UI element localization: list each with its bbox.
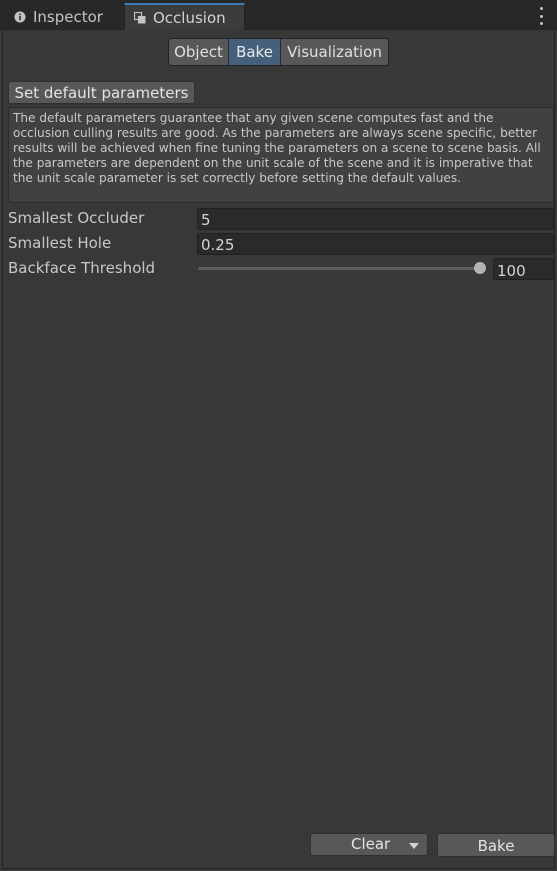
clear-button-label: Clear bbox=[351, 835, 391, 853]
smallest-hole-label: Smallest Hole bbox=[8, 234, 112, 252]
occlusion-panel: Object Bake Visualization Set default pa… bbox=[2, 30, 555, 869]
set-default-parameters-button[interactable]: Set default parameters bbox=[8, 81, 195, 104]
clear-button[interactable]: Clear bbox=[310, 833, 428, 856]
mode-toolbar: Object Bake Visualization bbox=[168, 38, 389, 66]
dropdown-arrow-icon[interactable] bbox=[409, 843, 419, 849]
smallest-occluder-label: Smallest Occluder bbox=[8, 209, 145, 227]
smallest-occluder-field[interactable]: 5 bbox=[197, 208, 554, 230]
mode-bake-button[interactable]: Bake bbox=[229, 39, 281, 65]
smallest-occluder-row: Smallest Occluder 5 bbox=[7, 208, 554, 230]
mode-object-button[interactable]: Object bbox=[169, 39, 229, 65]
smallest-hole-field[interactable]: 0.25 bbox=[197, 233, 554, 255]
backface-threshold-row: Backface Threshold 100 bbox=[7, 258, 554, 280]
tab-occlusion[interactable]: Occlusion bbox=[124, 3, 245, 30]
backface-threshold-field[interactable]: 100 bbox=[493, 258, 554, 280]
tab-bar: Inspector Occlusion bbox=[0, 0, 557, 30]
backface-threshold-label: Backface Threshold bbox=[8, 259, 156, 277]
backface-threshold-slider-handle[interactable] bbox=[474, 262, 486, 274]
bake-button[interactable]: Bake bbox=[437, 833, 555, 857]
mode-visualization-button[interactable]: Visualization bbox=[281, 39, 388, 65]
info-icon bbox=[14, 11, 26, 22]
smallest-hole-row: Smallest Hole 0.25 bbox=[7, 233, 554, 255]
more-options-icon[interactable] bbox=[535, 7, 547, 25]
help-box: The default parameters guarantee that an… bbox=[8, 107, 554, 203]
tab-inspector[interactable]: Inspector bbox=[4, 3, 122, 30]
tab-inspector-label: Inspector bbox=[33, 7, 103, 26]
tab-occlusion-label: Occlusion bbox=[153, 8, 226, 27]
occlusion-icon bbox=[134, 11, 146, 23]
backface-threshold-slider[interactable] bbox=[198, 267, 486, 270]
